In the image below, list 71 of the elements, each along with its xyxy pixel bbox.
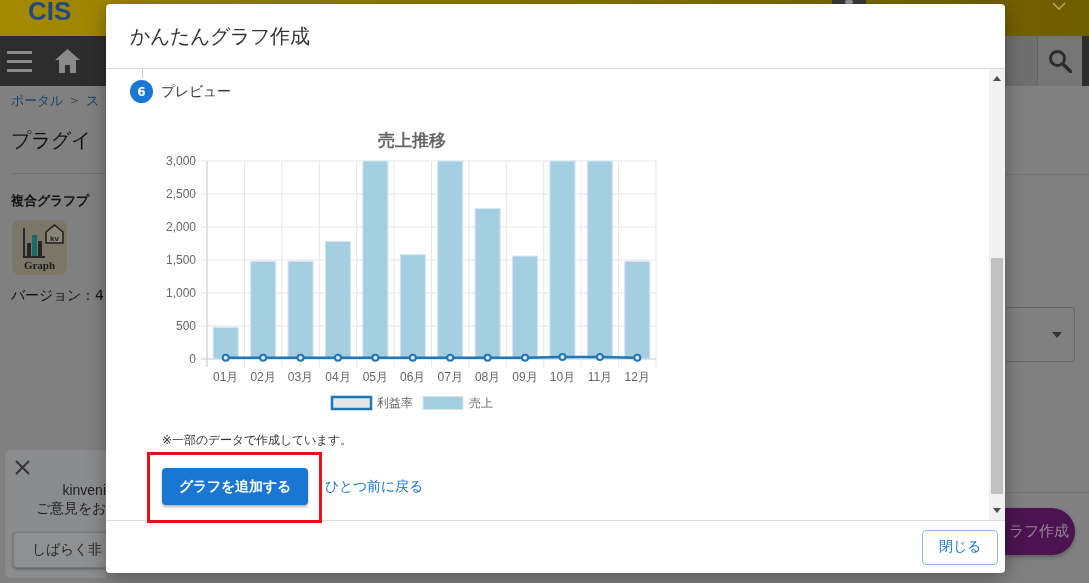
axis-category-label: 02月 [250, 370, 276, 384]
axis-category-label: 05月 [362, 370, 389, 384]
axis-category-label: 04月 [325, 370, 351, 384]
popup-text: ご意見をお [35, 499, 106, 517]
step-label: プレビュー [161, 82, 231, 101]
scrollbar-thumb[interactable] [991, 258, 1003, 494]
axis-tick-label: 1,500 [165, 253, 196, 267]
avatar-icon[interactable] [832, 0, 866, 4]
close-button[interactable]: 閉じる [922, 529, 998, 565]
axis-category-label: 08月 [474, 370, 501, 384]
axis-tick-label: 500 [175, 319, 196, 333]
data-point [259, 353, 268, 362]
data-point [446, 353, 455, 362]
scrollbar-track[interactable] [989, 69, 1005, 520]
version-text: バージョン：4 [11, 286, 104, 305]
data-point [296, 353, 305, 362]
chevron-down-icon[interactable] [1052, 2, 1066, 11]
logo[interactable]: CIS [28, 0, 72, 22]
axis-tick-label: 0 [189, 352, 196, 366]
app-icon-caption: Graph [22, 259, 57, 272]
axis-category-label: 06月 [400, 370, 426, 384]
axis-tick-label: 2,000 [165, 220, 196, 234]
data-point [221, 353, 230, 362]
axis-category-label: 09月 [512, 370, 538, 384]
axis-category-label: 07月 [437, 370, 463, 384]
close-icon[interactable] [15, 460, 30, 475]
add-graph-button[interactable]: グラフを追加する [162, 468, 308, 505]
bar-chart-icon [23, 228, 45, 258]
chart-title: 売上推移 [378, 130, 446, 150]
create-button[interactable]: ラフ作成 [1005, 508, 1075, 555]
axis-category-label: 11月 [587, 370, 613, 384]
breadcrumb-separator: > [70, 93, 80, 109]
step-number: 6 [130, 80, 153, 103]
search-icon [1048, 49, 1072, 73]
menu-icon[interactable] [7, 50, 32, 72]
axis-tick-label: 3,000 [165, 154, 196, 168]
axis-category-label: 10月 [549, 370, 576, 384]
data-point [521, 353, 530, 362]
legend-label[interactable]: 利益率 [377, 396, 413, 410]
search-button[interactable] [1037, 36, 1082, 86]
legend-label[interactable]: 売上 [469, 396, 493, 410]
axis-tick-label: 1,000 [165, 286, 196, 300]
select-field[interactable] [1006, 307, 1075, 362]
hide-button[interactable]: しばらく非 [13, 532, 106, 568]
page-title: プラグイ [11, 127, 91, 154]
caret-down-icon [1052, 331, 1062, 338]
data-point [595, 353, 604, 361]
axis-category-label: 03月 [287, 370, 314, 384]
plugin-name: 複合グラフプ [11, 192, 89, 210]
scroll-down-icon[interactable] [993, 508, 1001, 513]
house-badge: kv [45, 224, 64, 244]
dialog-title: かんたんグラフ作成 [130, 22, 310, 50]
axis-category-label: 01月 [213, 370, 239, 384]
breadcrumb-link[interactable]: ス [86, 92, 100, 110]
axis-category-label: 12月 [624, 370, 650, 384]
legend-swatch-icon[interactable] [330, 395, 373, 411]
data-point [483, 353, 492, 362]
app-icon-tile[interactable]: kv Graph [12, 220, 67, 275]
data-point [558, 353, 567, 361]
data-point [633, 353, 642, 362]
axis-tick-label: 2,500 [165, 187, 196, 201]
data-point [371, 353, 380, 362]
breadcrumb-link[interactable]: ポータル [11, 92, 63, 110]
home-icon[interactable] [55, 49, 80, 73]
scroll-up-icon[interactable] [993, 76, 1001, 81]
bar [212, 326, 239, 360]
back-link[interactable]: ひとつ前に戻る [325, 477, 423, 496]
data-point [408, 353, 417, 362]
note-text: ※一部のデータで作成しています。 [162, 432, 353, 448]
popup-text: kinveni [61, 481, 106, 499]
data-point [333, 353, 342, 362]
